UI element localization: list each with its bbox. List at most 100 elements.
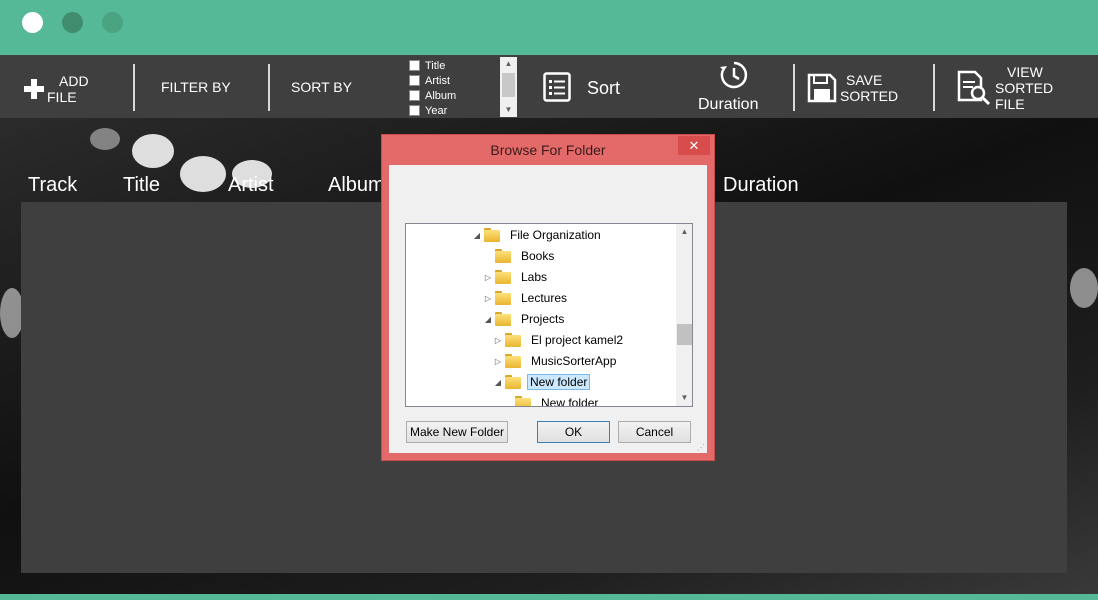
column-header-album[interactable]: Album bbox=[328, 174, 385, 197]
close-window-button[interactable] bbox=[22, 12, 43, 33]
scroll-down-arrow-icon[interactable]: ▼ bbox=[676, 390, 692, 406]
checkbox-box bbox=[409, 90, 420, 101]
duration-button[interactable]: Duration bbox=[696, 59, 770, 115]
tree-item[interactable]: ◢ Projects bbox=[483, 309, 568, 329]
folder-icon bbox=[484, 228, 500, 242]
folder-icon bbox=[495, 270, 511, 284]
checkbox-box bbox=[409, 60, 420, 71]
scroll-thumb[interactable] bbox=[677, 324, 692, 345]
collapse-arrow-icon[interactable]: ◢ bbox=[493, 378, 503, 387]
folder-icon bbox=[495, 249, 511, 263]
folder-icon bbox=[505, 354, 521, 368]
save-sorted-button[interactable]: SAVE SORTED bbox=[807, 72, 917, 104]
column-header-artist[interactable]: Artist bbox=[228, 174, 274, 197]
view-sorted-file-button[interactable]: VIEW SORTED FILE bbox=[956, 64, 1086, 114]
plus-icon bbox=[24, 79, 44, 99]
toolbar: ADD FILE FILTER BY SORT BY Title Artist … bbox=[0, 55, 1098, 118]
document-search-icon bbox=[957, 70, 991, 106]
ok-button[interactable]: OK bbox=[537, 421, 610, 443]
sort-field-label: Artist bbox=[425, 74, 451, 87]
tree-item[interactable]: ◢ File Organization bbox=[472, 225, 605, 245]
tree-item-selected[interactable]: ◢ New folder bbox=[493, 372, 591, 392]
clock-history-icon bbox=[720, 61, 748, 89]
bottom-accent-bar bbox=[0, 594, 1098, 600]
sort-field-album-checkbox[interactable]: Album bbox=[409, 88, 456, 103]
collapse-arrow-icon[interactable]: ◢ bbox=[483, 315, 493, 324]
sort-fields-scrollbar[interactable]: ▲ ▼ bbox=[500, 57, 517, 117]
sort-by-button[interactable]: SORT BY bbox=[291, 79, 352, 95]
collapse-arrow-icon[interactable]: ◢ bbox=[472, 231, 482, 240]
sort-fields-list: Title Artist Album Year ▲ ▼ bbox=[406, 57, 518, 117]
tree-item[interactable]: New folder bbox=[503, 393, 602, 407]
tree-item-label: New folder bbox=[541, 396, 599, 407]
column-header-track[interactable]: Track bbox=[28, 174, 77, 197]
scroll-down-arrow-icon[interactable]: ▼ bbox=[500, 103, 517, 117]
make-new-folder-button[interactable]: Make New Folder bbox=[406, 421, 508, 443]
folder-icon bbox=[515, 396, 531, 406]
tree-item-label: Labs bbox=[521, 270, 548, 284]
floppy-disk-icon bbox=[807, 73, 837, 103]
expand-arrow-icon[interactable]: ▷ bbox=[483, 294, 493, 303]
tree-item[interactable]: Books bbox=[483, 246, 558, 266]
sort-field-title-checkbox[interactable]: Title bbox=[409, 58, 445, 73]
view-sorted-file-label-line2: SORTED bbox=[995, 80, 1054, 96]
maximize-window-button[interactable] bbox=[102, 12, 123, 33]
dialog-body: ◢ File Organization Books ▷ Labs ▷ Lectu… bbox=[389, 165, 707, 453]
expand-arrow-icon[interactable]: ▷ bbox=[493, 336, 503, 345]
add-file-button[interactable]: ADD FILE bbox=[20, 69, 120, 105]
tree-item[interactable]: ▷ Lectures bbox=[483, 288, 571, 308]
list-icon bbox=[543, 72, 571, 102]
tree-item-label: El project kamel2 bbox=[531, 333, 624, 347]
sort-field-year-checkbox[interactable]: Year bbox=[409, 103, 447, 118]
folder-icon bbox=[495, 291, 511, 305]
scroll-up-arrow-icon[interactable]: ▲ bbox=[676, 224, 692, 240]
folder-icon bbox=[505, 375, 521, 389]
checkbox-box bbox=[409, 105, 420, 116]
tree-item-label: Lectures bbox=[521, 291, 568, 305]
add-file-label-line1: ADD bbox=[59, 73, 89, 89]
dialog-title: Browse For Folder bbox=[490, 142, 606, 158]
tree-item[interactable]: ▷ Labs bbox=[483, 267, 551, 287]
toolbar-divider bbox=[793, 64, 795, 111]
save-sorted-label-line1: SAVE bbox=[846, 72, 883, 88]
sort-field-label: Album bbox=[425, 89, 457, 102]
tree-item-label: New folder bbox=[527, 374, 591, 390]
save-sorted-label-line2: SORTED bbox=[840, 88, 899, 104]
duration-button-label: Duration bbox=[698, 96, 759, 113]
view-sorted-file-label-line1: VIEW bbox=[1007, 64, 1043, 80]
sort-field-label: Year bbox=[425, 104, 448, 117]
tree-item-label: Books bbox=[521, 249, 555, 263]
browse-folder-dialog: Browse For Folder ✕ ◢ File Organization … bbox=[381, 134, 715, 461]
toolbar-divider bbox=[268, 64, 270, 111]
view-sorted-file-label-line3: FILE bbox=[995, 96, 1025, 112]
sort-button[interactable]: Sort bbox=[543, 72, 633, 104]
folder-icon bbox=[495, 312, 511, 326]
cancel-button[interactable]: Cancel bbox=[618, 421, 691, 443]
tree-item[interactable]: ▷ El project kamel2 bbox=[493, 330, 627, 350]
add-file-label-line2: FILE bbox=[47, 89, 77, 105]
toolbar-divider bbox=[933, 64, 935, 111]
scroll-thumb[interactable] bbox=[502, 73, 515, 97]
minimize-window-button[interactable] bbox=[62, 12, 83, 33]
expand-arrow-icon[interactable]: ▷ bbox=[483, 273, 493, 282]
sort-field-label: Title bbox=[425, 59, 446, 72]
checkbox-box bbox=[409, 75, 420, 86]
sort-button-label: Sort bbox=[587, 78, 621, 98]
dialog-close-button[interactable]: ✕ bbox=[678, 136, 710, 155]
tree-item[interactable]: ▷ MusicSorterApp bbox=[493, 351, 620, 371]
folder-icon bbox=[505, 333, 521, 347]
column-header-title[interactable]: Title bbox=[123, 174, 160, 197]
window-titlebar bbox=[0, 0, 1098, 55]
sort-field-artist-checkbox[interactable]: Artist bbox=[409, 73, 450, 88]
toolbar-divider bbox=[133, 64, 135, 111]
tree-item-label: Projects bbox=[521, 312, 565, 326]
scroll-up-arrow-icon[interactable]: ▲ bbox=[500, 57, 517, 71]
folder-tree[interactable]: ◢ File Organization Books ▷ Labs ▷ Lectu… bbox=[405, 223, 693, 407]
column-header-duration[interactable]: Duration bbox=[723, 174, 799, 197]
tree-scrollbar[interactable]: ▲ ▼ bbox=[676, 224, 692, 406]
resize-grip-icon[interactable]: ⋰ bbox=[697, 443, 705, 452]
tree-item-label: File Organization bbox=[510, 228, 601, 242]
expand-arrow-icon[interactable]: ▷ bbox=[493, 357, 503, 366]
tree-item-label: MusicSorterApp bbox=[531, 354, 617, 368]
filter-by-button[interactable]: FILTER BY bbox=[161, 79, 231, 95]
